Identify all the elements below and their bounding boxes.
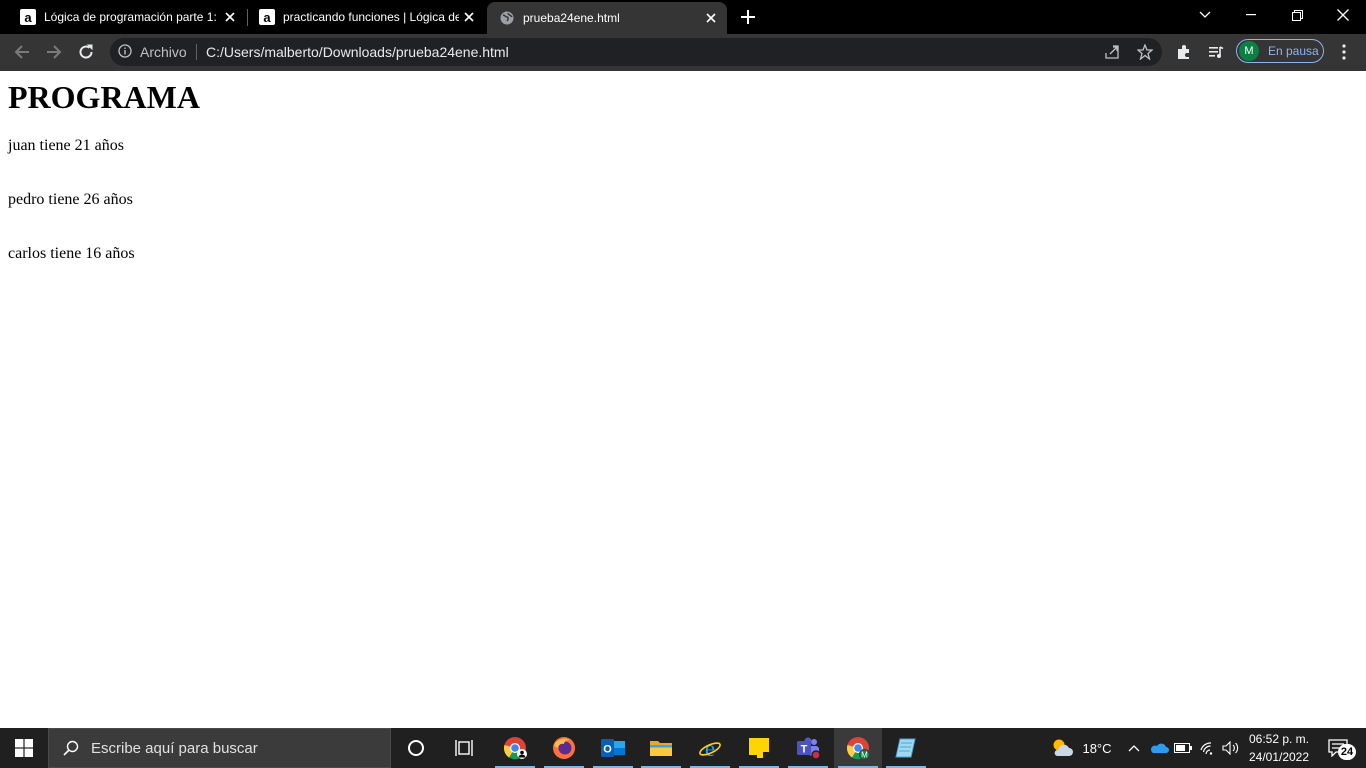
task-view-icon[interactable] xyxy=(440,728,488,768)
weather-icon[interactable] xyxy=(1048,728,1076,768)
browser-toolbar: Archivo C:/Users/malberto/Downloads/prue… xyxy=(0,34,1366,71)
volume-icon[interactable] xyxy=(1220,728,1242,768)
text-line: pedro tiene 26 años xyxy=(8,191,133,208)
file-explorer-icon[interactable] xyxy=(637,728,685,768)
taskbar-search-box[interactable]: Escribe aquí para buscar xyxy=(48,728,391,768)
reload-button[interactable] xyxy=(72,38,100,66)
text-line: carlos tiene 16 años xyxy=(8,245,135,262)
chrome-profile-icon[interactable] xyxy=(491,728,539,768)
close-window-button[interactable] xyxy=(1320,0,1366,30)
bookmark-star-icon[interactable] xyxy=(1135,42,1155,62)
system-clock[interactable]: 06:52 p. m. 24/01/2022 xyxy=(1244,730,1314,766)
page-content: PROGRAMA juan tiene 21 años pedro tiene … xyxy=(0,71,1366,728)
notepad-icon[interactable] xyxy=(882,728,930,768)
svg-text:M: M xyxy=(861,751,868,760)
omnibox-separator xyxy=(196,44,197,60)
back-button[interactable] xyxy=(8,38,36,66)
close-tab-icon[interactable] xyxy=(459,7,479,27)
site-info-label: Archivo xyxy=(140,44,187,60)
teams-icon[interactable]: T xyxy=(784,728,832,768)
notification-count-badge: 24 xyxy=(1338,744,1356,760)
address-bar[interactable]: Archivo C:/Users/malberto/Downloads/prue… xyxy=(110,38,1162,66)
tab-search-chevron-icon[interactable] xyxy=(1182,0,1228,30)
profile-button[interactable]: M En pausa xyxy=(1236,39,1324,63)
windows-start-button[interactable] xyxy=(0,728,48,768)
weather-temperature[interactable]: 18°C xyxy=(1078,728,1116,768)
url-text[interactable]: C:/Users/malberto/Downloads/prueba24ene.… xyxy=(206,38,509,66)
svg-text:O: O xyxy=(603,744,612,756)
tab-title: Lógica de programación parte 1: P xyxy=(44,10,220,24)
alura-icon: a xyxy=(259,9,275,25)
outlook-icon[interactable]: O xyxy=(589,728,637,768)
svg-text:e: e xyxy=(705,736,715,760)
tab-practicando-funciones[interactable]: a practicando funciones | Lógica de xyxy=(239,0,485,34)
minimize-button[interactable] xyxy=(1228,0,1274,30)
tab-title: practicando funciones | Lógica de xyxy=(283,10,459,24)
windows-taskbar: Escribe aquí para buscar O e T M 18°C 06… xyxy=(0,728,1366,768)
battery-icon[interactable] xyxy=(1172,728,1194,768)
more-menu-icon[interactable] xyxy=(1330,38,1358,66)
share-icon[interactable] xyxy=(1102,42,1122,62)
chrome-icon[interactable]: M xyxy=(834,728,882,768)
avatar: M xyxy=(1239,41,1259,61)
extensions-puzzle-icon[interactable] xyxy=(1170,38,1198,66)
svg-text:a: a xyxy=(263,10,271,25)
clock-time: 06:52 p. m. xyxy=(1248,732,1310,746)
clock-date: 24/01/2022 xyxy=(1248,750,1310,764)
close-tab-icon[interactable] xyxy=(701,8,721,28)
onedrive-cloud-icon[interactable] xyxy=(1148,728,1170,768)
show-hidden-icons-chevron-icon[interactable] xyxy=(1124,728,1144,768)
info-icon xyxy=(118,43,132,61)
search-icon xyxy=(63,740,79,756)
close-tab-icon[interactable] xyxy=(220,7,240,27)
media-control-icon[interactable] xyxy=(1202,38,1230,66)
page-heading: PROGRAMA xyxy=(8,79,200,115)
profile-status-label: En pausa xyxy=(1268,44,1319,58)
cortana-icon[interactable] xyxy=(392,728,440,768)
alura-icon: a xyxy=(20,9,36,25)
forward-button[interactable] xyxy=(40,38,68,66)
notification-center-icon[interactable]: 24 xyxy=(1318,728,1358,768)
restore-button[interactable] xyxy=(1274,0,1320,30)
svg-text:T: T xyxy=(801,744,808,756)
tab-title: prueba24ene.html xyxy=(523,11,620,25)
globe-icon xyxy=(499,10,515,26)
new-tab-button[interactable] xyxy=(738,7,758,27)
internet-explorer-icon[interactable]: e xyxy=(686,728,734,768)
sticky-notes-icon[interactable] xyxy=(735,728,783,768)
search-placeholder: Escribe aquí para buscar xyxy=(91,739,258,757)
tab-logica-programacion[interactable]: a Lógica de programación parte 1: P xyxy=(0,0,246,34)
text-line: juan tiene 21 años xyxy=(8,137,124,154)
tab-strip: a Lógica de programación parte 1: P a pr… xyxy=(0,0,1366,34)
site-info-button[interactable]: Archivo xyxy=(118,38,187,66)
tab-prueba24ene[interactable]: prueba24ene.html xyxy=(487,2,727,34)
wifi-icon[interactable] xyxy=(1196,728,1220,768)
svg-text:a: a xyxy=(24,10,32,25)
firefox-icon[interactable] xyxy=(540,728,588,768)
